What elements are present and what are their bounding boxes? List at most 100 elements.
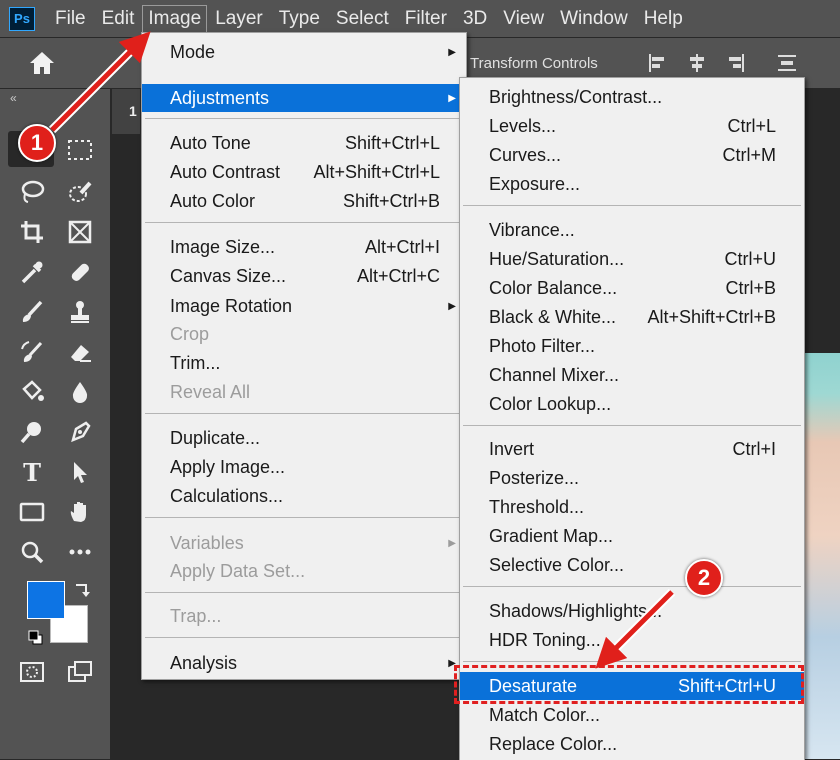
eyedropper-tool-icon[interactable] <box>16 257 48 287</box>
menu-item-brightness-contrast[interactable]: Brightness/Contrast... <box>460 83 804 111</box>
menu-image[interactable]: Image <box>142 4 208 33</box>
menu-item-canvas-size[interactable]: Canvas Size... Alt+Ctrl+C <box>142 262 466 290</box>
menu-item-calculations[interactable]: Calculations... <box>142 482 466 510</box>
menu-file[interactable]: File <box>47 5 94 33</box>
menu-item-label: Gradient Map... <box>489 525 614 546</box>
align-center-icon[interactable] <box>686 52 708 74</box>
swap-colors-icon[interactable] <box>66 575 98 605</box>
crop-tool-icon[interactable] <box>16 217 48 247</box>
distribute-icon[interactable] <box>776 52 798 74</box>
menu-divider <box>145 413 463 414</box>
screen-mode-icon[interactable] <box>64 657 96 687</box>
menu-item-color-balance[interactable]: Color Balance... Ctrl+B <box>460 274 804 302</box>
transform-controls-label[interactable]: Transform Controls <box>470 55 598 72</box>
quick-mask-icon[interactable] <box>16 657 48 687</box>
menu-item-match-color[interactable]: Match Color... <box>460 701 804 729</box>
menu-item-black-white[interactable]: Black & White... Alt+Shift+Ctrl+B <box>460 303 804 331</box>
brush-tool-icon[interactable] <box>16 297 48 327</box>
healing-brush-tool-icon[interactable] <box>64 257 96 287</box>
menu-item-channel-mixer[interactable]: Channel Mixer... <box>460 361 804 389</box>
menu-item-label: Trap... <box>170 605 222 626</box>
menu-view[interactable]: View <box>495 5 552 33</box>
marquee-tool-icon[interactable] <box>64 135 96 165</box>
menu-item-hdr-toning[interactable]: HDR Toning... <box>460 626 804 654</box>
menu-item-label: Auto Color <box>170 190 256 211</box>
pen-tool-icon[interactable] <box>64 417 96 447</box>
step-2-badge: 2 <box>685 559 723 597</box>
menu-item-label: Invert <box>489 438 535 459</box>
menu-item-duplicate[interactable]: Duplicate... <box>142 424 466 452</box>
menu-item-label: Color Balance... <box>489 277 618 298</box>
menu-item-label: Exposure... <box>489 173 581 194</box>
more-tools-icon[interactable] <box>64 537 96 567</box>
type-tool-icon[interactable]: T <box>16 457 48 487</box>
menu-item-curves[interactable]: Curves... Ctrl+M <box>460 141 804 169</box>
menu-item-levels[interactable]: Levels... Ctrl+L <box>460 112 804 140</box>
menu-item-color-lookup[interactable]: Color Lookup... <box>460 390 804 418</box>
menu-item-shadows-highlights[interactable]: Shadows/Highlights... <box>460 597 804 625</box>
photoshop-logo[interactable]: Ps <box>9 6 35 31</box>
menu-item-adjustments[interactable]: Adjustments ▶ <box>142 84 466 112</box>
menu-item-threshold[interactable]: Threshold... <box>460 493 804 521</box>
menu-item-exposure[interactable]: Exposure... <box>460 170 804 198</box>
frame-tool-icon[interactable] <box>64 217 96 247</box>
eraser-tool-icon[interactable] <box>64 337 96 367</box>
menu-item-vibrance[interactable]: Vibrance... <box>460 216 804 244</box>
hand-tool-icon[interactable] <box>64 497 96 527</box>
menu-item-label: Canvas Size... <box>170 265 287 286</box>
adjustments-submenu: Brightness/Contrast... Levels... Ctrl+L … <box>459 77 805 760</box>
menu-item-apply-image[interactable]: Apply Image... <box>142 453 466 481</box>
menu-select[interactable]: Select <box>328 5 397 33</box>
menu-item-trim[interactable]: Trim... <box>142 349 466 377</box>
menu-help[interactable]: Help <box>636 5 691 33</box>
lasso-tool-icon[interactable] <box>16 177 48 207</box>
document-tab-label: 1 <box>129 103 137 119</box>
menu-item-hue-saturation[interactable]: Hue/Saturation... Ctrl+U <box>460 245 804 273</box>
paint-bucket-tool-icon[interactable] <box>16 377 48 407</box>
align-right-icon[interactable] <box>724 52 746 74</box>
dodge-tool-icon[interactable] <box>16 417 48 447</box>
menu-item-label: Apply Image... <box>170 456 286 477</box>
blur-tool-icon[interactable] <box>64 377 96 407</box>
menu-item-shortcut: Ctrl+M <box>722 144 777 165</box>
menu-item-auto-contrast[interactable]: Auto Contrast Alt+Shift+Ctrl+L <box>142 158 466 186</box>
menu-filter[interactable]: Filter <box>397 5 455 33</box>
menu-item-shortcut: Alt+Ctrl+C <box>356 265 440 286</box>
menu-item-auto-tone[interactable]: Auto Tone Shift+Ctrl+L <box>142 129 466 157</box>
menu-item-label: Curves... <box>489 144 562 165</box>
clone-stamp-tool-icon[interactable] <box>64 297 96 327</box>
menu-divider <box>145 222 463 223</box>
menu-item-analysis[interactable]: Analysis ▶ <box>142 649 466 677</box>
menu-divider <box>463 661 801 662</box>
default-colors-icon[interactable] <box>20 623 52 653</box>
menu-layer[interactable]: Layer <box>207 5 271 33</box>
menu-3d[interactable]: 3D <box>455 5 495 33</box>
menu-item-replace-color[interactable]: Replace Color... <box>460 730 804 758</box>
menu-item-invert[interactable]: Invert Ctrl+I <box>460 435 804 463</box>
menu-item-image-rotation[interactable]: Image Rotation ▶ <box>142 292 466 320</box>
foreground-color-front[interactable] <box>27 581 65 619</box>
quick-selection-tool-icon[interactable] <box>64 177 96 207</box>
menu-item-label: Shadows/Highlights... <box>489 600 663 621</box>
menu-item-posterize[interactable]: Posterize... <box>460 464 804 492</box>
menu-item-label: Vibrance... <box>489 219 575 240</box>
menu-item-auto-color[interactable]: Auto Color Shift+Ctrl+B <box>142 187 466 215</box>
menu-item-image-size[interactable]: Image Size... Alt+Ctrl+I <box>142 233 466 261</box>
menu-item-gradient-map[interactable]: Gradient Map... <box>460 522 804 550</box>
menu-item-shortcut: Ctrl+I <box>732 438 776 459</box>
menu-type[interactable]: Type <box>271 5 328 33</box>
home-icon[interactable] <box>28 50 56 76</box>
rectangle-tool-icon[interactable] <box>16 497 48 527</box>
path-selection-tool-icon[interactable] <box>64 457 96 487</box>
menu-item-photo-filter[interactable]: Photo Filter... <box>460 332 804 360</box>
align-left-icon[interactable] <box>647 52 669 74</box>
menu-item-mode[interactable]: Mode ▶ <box>142 38 466 66</box>
menu-item-shortcut: Alt+Shift+Ctrl+L <box>313 161 440 182</box>
history-brush-tool-icon[interactable] <box>16 337 48 367</box>
menu-window[interactable]: Window <box>552 5 636 33</box>
zoom-tool-icon[interactable] <box>16 537 48 567</box>
menu-item-selective-color[interactable]: Selective Color... <box>460 551 804 579</box>
collapse-panel-icon[interactable]: « <box>10 91 17 105</box>
menu-edit[interactable]: Edit <box>94 5 143 33</box>
document-tab[interactable]: 1 <box>112 89 140 134</box>
